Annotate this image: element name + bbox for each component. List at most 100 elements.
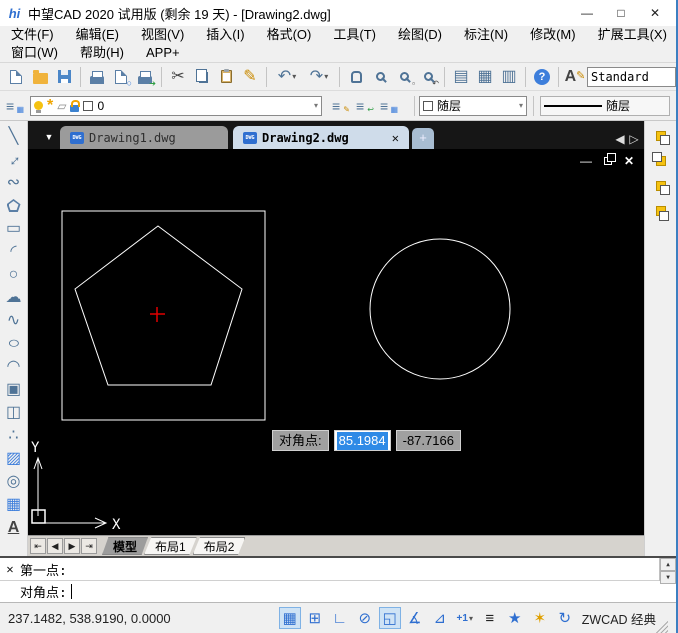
layer-select-arrow-icon[interactable]: ▾ — [314, 101, 318, 110]
open-icon[interactable] — [28, 65, 52, 89]
properties-palette-icon[interactable]: ▤ — [449, 65, 473, 89]
layer-lock-icon[interactable] — [70, 105, 79, 112]
layer-freeze-icon[interactable]: * — [47, 101, 53, 111]
send-to-back-icon[interactable] — [656, 154, 666, 169]
dynamic-input-x-field[interactable]: 85.1984 — [334, 430, 391, 451]
resize-grip[interactable] — [656, 621, 668, 633]
print-preview-icon[interactable]: ○ — [109, 65, 133, 89]
mtext-icon[interactable]: A — [2, 516, 26, 539]
menu-insert[interactable]: 插入(I) — [195, 26, 255, 44]
layer-properties-manager-icon[interactable]: ≡▦ — [2, 94, 26, 118]
ellipse-arc-icon[interactable]: ◠ — [2, 355, 26, 378]
object-snap-icon[interactable]: ◱ — [379, 607, 401, 629]
menu-format[interactable]: 格式(O) — [256, 26, 323, 44]
command-input[interactable]: 对角点: — [0, 581, 676, 602]
command-close-icon[interactable]: ✕ — [0, 562, 20, 576]
close-icon[interactable]: ✕ — [640, 3, 670, 23]
menu-file[interactable]: 文件(F) — [0, 26, 65, 44]
new-icon[interactable] — [4, 65, 28, 89]
layer-states-manager-icon[interactable]: ≡▦ — [376, 94, 400, 118]
tab-layout1[interactable]: 布局1 — [144, 537, 197, 555]
workspace-switch-icon[interactable]: ↻ — [554, 607, 576, 629]
color-select-arrow-icon[interactable]: ▾ — [519, 101, 523, 110]
tab-list-menu-icon[interactable]: ▼ — [40, 127, 58, 147]
hatch-icon[interactable]: ▨ — [2, 447, 26, 470]
menu-draw[interactable]: 绘图(D) — [387, 26, 453, 44]
grid-toggle-icon[interactable]: ⊞ — [304, 607, 326, 629]
tab-close-icon[interactable]: ✕ — [392, 131, 399, 145]
bring-to-front-icon[interactable] — [656, 129, 666, 144]
make-block-icon[interactable]: ◫ — [2, 401, 26, 424]
ortho-toggle-icon[interactable]: ∟ — [329, 607, 351, 629]
polygon-icon[interactable] — [2, 194, 26, 217]
polar-tracking-icon[interactable]: ⊘ — [354, 607, 376, 629]
bring-above-objects-icon[interactable] — [656, 179, 666, 194]
menu-dimension[interactable]: 标注(N) — [453, 26, 519, 44]
mdi-close-icon[interactable]: ✕ — [624, 154, 634, 168]
layer-previous-icon[interactable]: ≡↩ — [352, 94, 376, 118]
dynamic-ucs-icon[interactable]: ⊿ — [429, 607, 451, 629]
annotation-visibility-icon[interactable]: ★ — [504, 607, 526, 629]
pentagon-shape[interactable] — [75, 226, 242, 385]
pan-icon[interactable] — [344, 65, 368, 89]
rectangle-shape[interactable] — [62, 211, 265, 420]
copy-icon[interactable] — [190, 65, 214, 89]
save-icon[interactable] — [52, 65, 76, 89]
help-icon[interactable]: ? — [530, 65, 554, 89]
menu-express-tools[interactable]: 扩展工具(X) — [587, 26, 678, 44]
linetype-select[interactable]: 随层 — [540, 96, 670, 116]
layer-select[interactable]: * ▱ 0 ▾ — [30, 96, 322, 116]
layout-first-icon[interactable]: ⇤ — [30, 538, 46, 554]
construction-line-icon[interactable]: ↔ — [2, 148, 26, 171]
polyline-icon[interactable]: ∾ — [2, 171, 26, 194]
new-tab-icon[interactable]: + — [412, 128, 434, 149]
scroll-up-icon[interactable]: ▲ — [660, 558, 676, 571]
menu-help[interactable]: 帮助(H) — [69, 44, 135, 62]
paste-icon[interactable] — [214, 65, 238, 89]
publish-icon[interactable]: ➔ — [133, 65, 157, 89]
tab-model[interactable]: 模型 — [102, 537, 148, 555]
minimize-icon[interactable]: — — [572, 3, 602, 23]
mdi-minimize-icon[interactable]: — — [580, 154, 592, 168]
make-object-layer-current-icon[interactable]: ≡✎ — [328, 94, 352, 118]
snap-toggle-icon[interactable]: ▦ — [279, 607, 301, 629]
donut-icon[interactable]: ◎ — [2, 470, 26, 493]
text-style-icon[interactable]: A✎ — [563, 65, 587, 89]
drawing-canvas[interactable]: Y X — ✕ 对角点: 85.1984 -87.7166 — [28, 149, 644, 535]
command-scrollbar[interactable]: ▲ ▼ — [659, 558, 676, 581]
menu-app-plus[interactable]: APP+ — [135, 44, 191, 62]
zoom-window-icon[interactable]: ▫ — [392, 65, 416, 89]
layer-plot-icon[interactable]: ▱ — [57, 99, 66, 113]
menu-modify[interactable]: 修改(M) — [519, 26, 587, 44]
table-icon[interactable]: ▦ — [2, 493, 26, 516]
layer-color-swatch[interactable] — [83, 101, 93, 111]
tab-scroll-right-icon[interactable]: ▷ — [628, 132, 640, 146]
tab-drawing1[interactable]: DWG Drawing1.dwg — [60, 126, 228, 149]
plot-icon[interactable] — [85, 65, 109, 89]
color-select[interactable]: 随层 ▾ — [419, 96, 527, 116]
scroll-down-icon[interactable]: ▼ — [660, 571, 676, 584]
circle-icon[interactable]: ○ — [2, 263, 26, 286]
tool-palettes-icon[interactable]: ▥ — [497, 65, 521, 89]
line-icon[interactable]: ╲ — [2, 125, 26, 148]
design-center-icon[interactable]: ▦ — [473, 65, 497, 89]
redo-icon[interactable]: ↷▾ — [303, 65, 335, 89]
tab-layout2[interactable]: 布局2 — [193, 537, 246, 555]
maximize-icon[interactable]: □ — [606, 3, 636, 23]
spline-icon[interactable]: ∿ — [2, 309, 26, 332]
menu-edit[interactable]: 编辑(E) — [65, 26, 130, 44]
tab-drawing2[interactable]: DWG Drawing2.dwg ✕ — [233, 126, 409, 149]
ellipse-icon[interactable]: ○ — [2, 332, 26, 355]
dynamic-input-icon[interactable]: +1▾ — [454, 607, 476, 629]
annotation-autoscale-icon[interactable]: ✶ — [529, 607, 551, 629]
match-properties-icon[interactable]: ✎ — [238, 65, 262, 89]
point-icon[interactable]: ∴ — [2, 424, 26, 447]
zoom-previous-icon[interactable]: ↶ — [416, 65, 440, 89]
layout-last-icon[interactable]: ⇥ — [81, 538, 97, 554]
object-snap-tracking-icon[interactable]: ∡ — [404, 607, 426, 629]
text-style-select[interactable]: Standard — [587, 67, 676, 87]
circle-shape[interactable] — [370, 239, 510, 379]
layout-next-icon[interactable]: ▶ — [64, 538, 80, 554]
revision-cloud-icon[interactable]: ☁ — [2, 286, 26, 309]
arc-icon[interactable]: ◜ — [2, 240, 26, 263]
